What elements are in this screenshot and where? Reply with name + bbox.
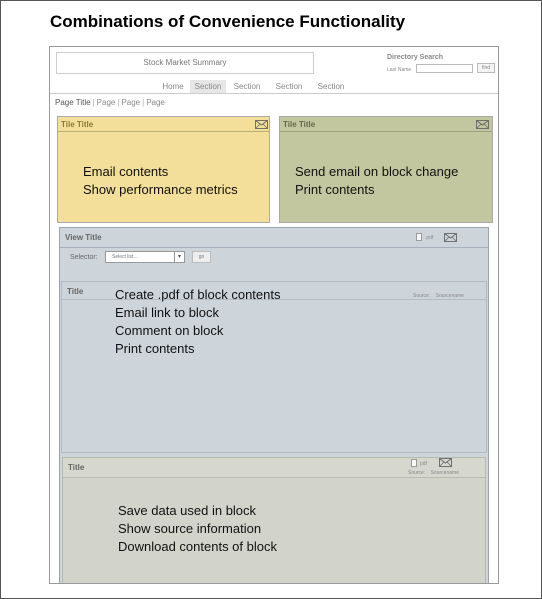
annotation-line: Comment on block <box>115 323 224 338</box>
document-icon <box>411 459 417 467</box>
last-name-label: Last Name <box>387 67 412 73</box>
source-info: Source: Sourcename <box>413 293 464 299</box>
annotation-line: Create .pdf of block contents <box>115 287 281 302</box>
breadcrumb-page-title[interactable]: Page Title <box>55 98 91 107</box>
source-info: Source: Sourcename <box>408 470 459 476</box>
selector-label: Selector: <box>70 254 98 261</box>
source-label: Source: <box>408 470 426 476</box>
tile-annotation: Send email on block change Print content… <box>295 163 458 199</box>
selector-dropdown[interactable]: Select list... ▾ <box>105 251 185 263</box>
block-title: Title <box>68 463 85 472</box>
find-button[interactable]: find <box>477 63 495 73</box>
breadcrumb-page-2[interactable]: Page <box>121 98 140 107</box>
tile-email-metrics: Tile Title Email contents Show performan… <box>57 116 270 223</box>
nav-tab-home[interactable]: Home <box>158 80 188 93</box>
envelope-icon[interactable] <box>255 120 268 129</box>
pdf-icon[interactable]: .pdf <box>416 233 436 243</box>
source-name[interactable]: Sourcename <box>436 293 464 299</box>
content-block-2: Title pdf Source: Sourcename Save data u… <box>62 457 486 583</box>
last-name-input[interactable] <box>416 64 473 73</box>
source-name[interactable]: Sourcename <box>431 470 459 476</box>
annotation-line: Send email on block change <box>295 164 459 179</box>
pdf-label: .pdf <box>425 235 434 241</box>
nav-tab-section-4[interactable]: Section <box>312 80 350 93</box>
section-nav: Home Section Section Section Section <box>50 80 498 94</box>
pdf-icon[interactable]: pdf <box>411 459 433 469</box>
tile-title: Tile Title <box>283 120 316 129</box>
masthead-title: Stock Market Summary <box>143 58 227 67</box>
pdf-label: pdf <box>420 461 427 467</box>
tile-header: Tile Title <box>280 117 492 132</box>
document-icon <box>416 233 422 241</box>
block-title: Title <box>67 287 84 296</box>
block-header: Title pdf Source: Sourcename <box>63 458 485 478</box>
annotation-line: Email link to block <box>115 305 220 320</box>
tile-title: Tile Title <box>61 120 94 129</box>
envelope-icon[interactable] <box>439 458 452 467</box>
page-wireframe: Stock Market Summary Directory Search La… <box>49 46 499 584</box>
go-button[interactable]: go <box>192 251 211 263</box>
content-block-1: Title Source: Sourcename Create .pdf of … <box>61 281 487 453</box>
masthead-banner: Stock Market Summary <box>56 52 314 74</box>
annotation-line: Show source information <box>118 521 262 536</box>
tile-email-print: Tile Title Send email on block change Pr… <box>279 116 493 223</box>
breadcrumb: Page Title | Page | Page | Page <box>55 98 165 107</box>
breadcrumb-separator: | <box>117 98 120 107</box>
document-title: Combinations of Convenience Functionalit… <box>50 12 406 31</box>
annotation-line: Show performance metrics <box>83 182 238 197</box>
nav-tab-section-3[interactable]: Section <box>270 80 308 93</box>
source-label: Source: <box>413 293 431 299</box>
annotation-line: Download contents of block <box>118 539 277 554</box>
view-title: View Title <box>65 233 102 242</box>
block-annotation: Save data used in block Show source info… <box>118 502 277 556</box>
block-annotation: Create .pdf of block contents Email link… <box>115 286 280 358</box>
view-panel: View Title .pdf Selector: Select list...… <box>59 227 489 583</box>
breadcrumb-page-1[interactable]: Page <box>97 98 116 107</box>
breadcrumb-page-3[interactable]: Page <box>146 98 165 107</box>
annotation-line: Print contents <box>115 341 195 356</box>
tile-annotation: Email contents Show performance metrics <box>83 163 238 199</box>
nav-tab-section-2[interactable]: Section <box>228 80 266 93</box>
annotation-line: Save data used in block <box>118 503 257 518</box>
selector-value: Select list... <box>112 254 138 260</box>
tile-header: Tile Title <box>58 117 269 132</box>
breadcrumb-separator: | <box>92 98 95 107</box>
view-header: View Title .pdf <box>60 228 488 248</box>
nav-tab-section-1[interactable]: Section <box>190 80 226 93</box>
envelope-icon[interactable] <box>476 120 489 129</box>
directory-search-label: Directory Search <box>387 54 444 61</box>
annotation-line: Print contents <box>295 182 375 197</box>
annotation-line: Email contents <box>83 164 169 179</box>
envelope-icon[interactable] <box>444 233 457 242</box>
chevron-down-icon[interactable]: ▾ <box>174 252 184 262</box>
breadcrumb-separator: | <box>142 98 145 107</box>
